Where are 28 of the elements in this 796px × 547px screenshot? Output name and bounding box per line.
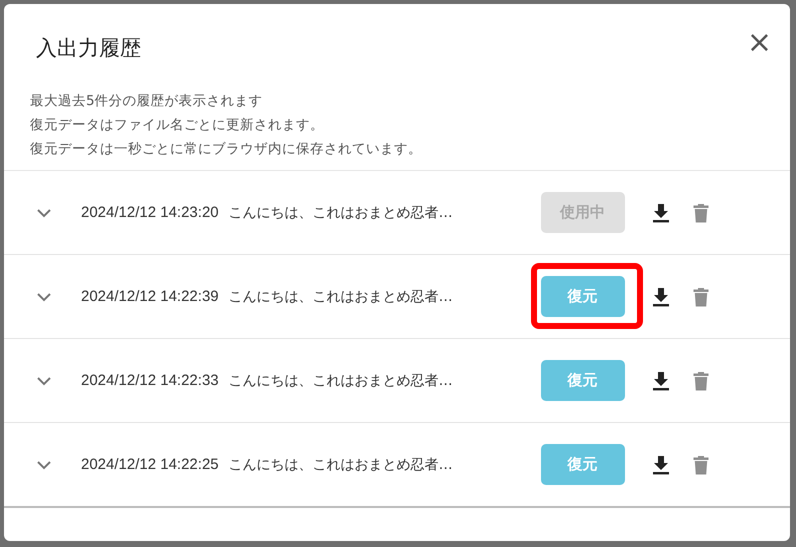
- timestamp: 2024/12/12 14:22:25: [81, 456, 219, 473]
- restore-button[interactable]: 復元: [540, 444, 625, 485]
- dialog-title: 入出力履歴: [36, 35, 141, 62]
- entry-summary: こんにちは、これはおまとめ忍者…: [228, 288, 454, 306]
- download-icon[interactable]: [652, 286, 670, 306]
- chevron-down-icon[interactable]: [36, 460, 52, 470]
- trash-icon[interactable]: [692, 454, 709, 474]
- note-text: 最大過去5件分の履歴が表示されます: [30, 92, 264, 110]
- chevron-down-icon[interactable]: [36, 208, 52, 218]
- trash-icon[interactable]: [692, 370, 709, 390]
- note-text: 復元データは一秒ごとに常にブラウザ内に保存されています。: [30, 140, 423, 158]
- trash-icon[interactable]: [692, 286, 709, 306]
- restore-button[interactable]: 復元: [540, 276, 625, 317]
- download-icon[interactable]: [652, 370, 670, 390]
- chevron-down-icon[interactable]: [36, 376, 52, 386]
- restore-button[interactable]: 復元: [540, 360, 625, 401]
- chevron-down-icon[interactable]: [36, 292, 52, 302]
- entry-summary: こんにちは、これはおまとめ忍者…: [228, 204, 454, 222]
- note-text: 復元データはファイル名ごとに更新されます。: [30, 116, 325, 134]
- timestamp: 2024/12/12 14:22:39: [81, 288, 219, 305]
- entry-summary: こんにちは、これはおまとめ忍者…: [228, 372, 454, 390]
- timestamp: 2024/12/12 14:23:20: [81, 204, 219, 221]
- download-icon[interactable]: [652, 454, 670, 474]
- download-icon[interactable]: [652, 202, 670, 222]
- entry-summary: こんにちは、これはおまとめ忍者…: [228, 456, 454, 474]
- trash-icon[interactable]: [692, 202, 709, 222]
- timestamp: 2024/12/12 14:22:33: [81, 372, 219, 389]
- close-button[interactable]: ×: [742, 30, 776, 56]
